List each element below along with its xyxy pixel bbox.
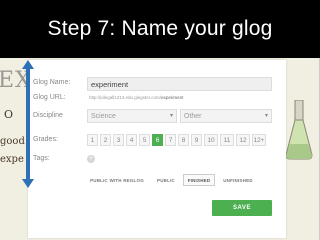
double-arrow-annotation <box>22 60 34 188</box>
visibility-public[interactable]: PUBLIC <box>152 174 180 186</box>
save-button[interactable]: SAVE <box>212 200 272 216</box>
visibility-finished[interactable]: FINISHED <box>183 174 215 186</box>
grades-label: Grades: <box>33 136 58 143</box>
glog-name-label: Glog Name: <box>33 79 71 86</box>
grade-button-3[interactable]: 3 <box>113 134 124 146</box>
glog-name-input[interactable]: experiment <box>87 77 272 91</box>
grade-button-4[interactable]: 4 <box>126 134 137 146</box>
grade-button-9[interactable]: 9 <box>191 134 202 146</box>
glog-url-slug: experiment <box>161 95 184 100</box>
tags-label: Tags: <box>33 155 50 162</box>
grade-button-11[interactable]: 11 <box>220 134 234 146</box>
grade-button-8[interactable]: 8 <box>178 134 189 146</box>
background-word-o: O <box>4 108 14 121</box>
discipline-select-value: Science <box>91 113 116 120</box>
discipline-other-select[interactable]: Other ▾ <box>180 109 272 123</box>
grade-button-12[interactable]: 12 <box>236 134 250 146</box>
glog-settings-dialog: Glog Name: experiment Glog URL: http://p… <box>28 60 286 238</box>
discipline-label: Discipline <box>33 112 63 119</box>
grade-button-5[interactable]: 5 <box>139 134 150 146</box>
chevron-down-icon: ▾ <box>169 113 173 119</box>
discipline-other-value: Other <box>184 113 202 120</box>
grade-button-7[interactable]: 7 <box>165 134 176 146</box>
glog-url-text: http://pilegall1213.edu.glogster.com/exp… <box>89 95 183 100</box>
background-word-expe: expe <box>0 154 24 165</box>
flask-illustration <box>285 100 313 160</box>
grade-button-6[interactable]: 6 <box>152 134 163 146</box>
grade-button-12-plus[interactable]: 12+ <box>252 134 266 146</box>
visibility-public-with-reglog[interactable]: PUBLIC WITH REGLOG <box>87 174 147 186</box>
grade-button-2[interactable]: 2 <box>100 134 111 146</box>
grade-button-10[interactable]: 10 <box>204 134 218 146</box>
grade-button-1[interactable]: 1 <box>87 134 98 146</box>
discipline-select[interactable]: Science ▾ <box>87 109 177 123</box>
glog-url-label: Glog URL: <box>33 94 66 101</box>
visibility-unfinished[interactable]: UNFINISHED <box>219 174 257 186</box>
grades-group: 1 2 3 4 5 6 7 8 9 10 11 12 12+ <box>87 134 266 146</box>
add-tag-icon[interactable]: + <box>87 155 95 163</box>
glog-url-prefix: http://pilegall1213.edu.glogster.com/ <box>89 95 162 100</box>
slide-title: Step 7: Name your glog <box>0 0 320 58</box>
chevron-down-icon: ▾ <box>264 113 268 119</box>
